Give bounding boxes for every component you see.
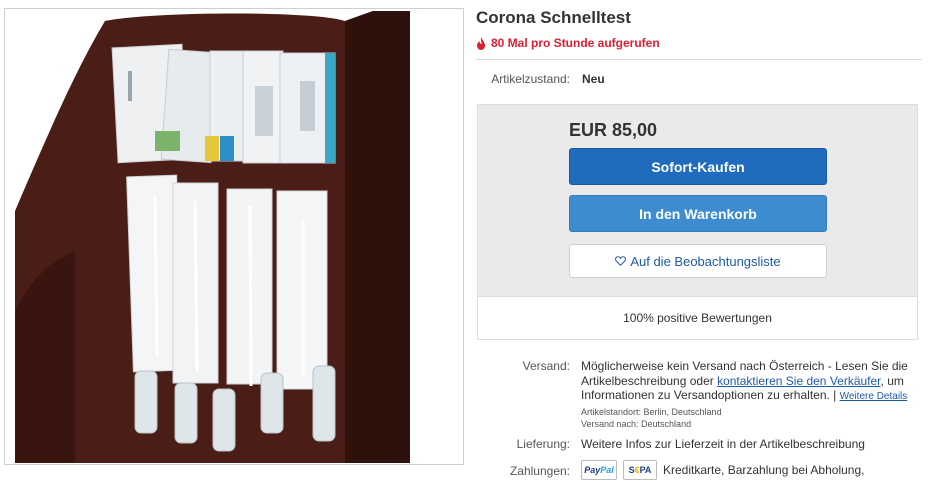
condition-label: Artikelzustand: [491, 72, 570, 86]
product-image-frame[interactable] [4, 8, 464, 465]
add-to-cart-label: In den Warenkorb [639, 205, 757, 222]
shipping-line-1: Möglicherweise kein Versand nach Österre… [581, 359, 908, 373]
feedback-text: 100% positive Bewertungen [623, 311, 772, 325]
flame-icon [477, 36, 485, 50]
paypal-logo-a: Pay [584, 465, 601, 475]
contact-seller-link[interactable]: kontaktieren Sie den Verkäufer [717, 374, 880, 388]
buy-now-button[interactable]: Sofort-Kaufen [569, 148, 827, 185]
shipping-info: Möglicherweise kein Versand nach Österre… [581, 359, 908, 430]
views-counter: 80 Mal pro Stunde aufgerufen [476, 36, 660, 50]
price: EUR 85,00 [569, 120, 658, 140]
condition-value: Neu [582, 72, 605, 86]
more-details-link[interactable]: Weitere Details [840, 391, 908, 402]
shipping-line-3: Informationen zu Versandoptionen zu erha… [581, 388, 908, 405]
shipping-line-2-pre: Artikelbeschreibung oder [581, 373, 718, 388]
buy-now-label: Sofort-Kaufen [651, 158, 745, 175]
ships-to: Versand nach: Deutschland [581, 418, 692, 429]
payment-methods: Pay Pal S € PA Kreditkarte, Barzahlung bei … [581, 460, 864, 480]
delivery-label: Lieferung: [516, 437, 570, 451]
divider [476, 59, 922, 60]
watchlist-label: Auf die Beobachtungsliste [630, 253, 781, 269]
payments-text: Kreditkarte, Barzahlung bei Abholung, [663, 463, 865, 477]
views-text: 80 Mal pro Stunde aufgerufen [491, 36, 660, 50]
add-to-cart-button[interactable]: In den Warenkorb [569, 195, 827, 232]
product-photo[interactable] [15, 11, 410, 463]
payments-label: Zahlungen: [509, 464, 570, 478]
shipping-line-2-post: , um [880, 373, 904, 388]
listing-title: Corona Schnelltest [476, 8, 631, 27]
paypal-logo: Pay Pal [581, 460, 617, 480]
shipping-line-3-text: Informationen zu Versandoptionen zu erha… [581, 388, 837, 402]
shipping-label: Versand: [522, 359, 570, 373]
heart-icon [615, 256, 627, 266]
sepa-logo-c: PA [639, 465, 652, 475]
item-location: Artikelstandort: Berlin, Deutschland [581, 406, 722, 417]
paypal-logo-b: Pal [600, 465, 614, 475]
sepa-logo: S € PA [623, 460, 657, 480]
watchlist-button[interactable]: Auf die Beobachtungsliste [569, 244, 827, 278]
seller-feedback: 100% positive Bewertungen [477, 297, 918, 340]
delivery-text: Weitere Infos zur Lieferzeit in der Arti… [581, 437, 865, 451]
shipping-line-2: Artikelbeschreibung oder kontaktieren Si… [581, 374, 908, 389]
